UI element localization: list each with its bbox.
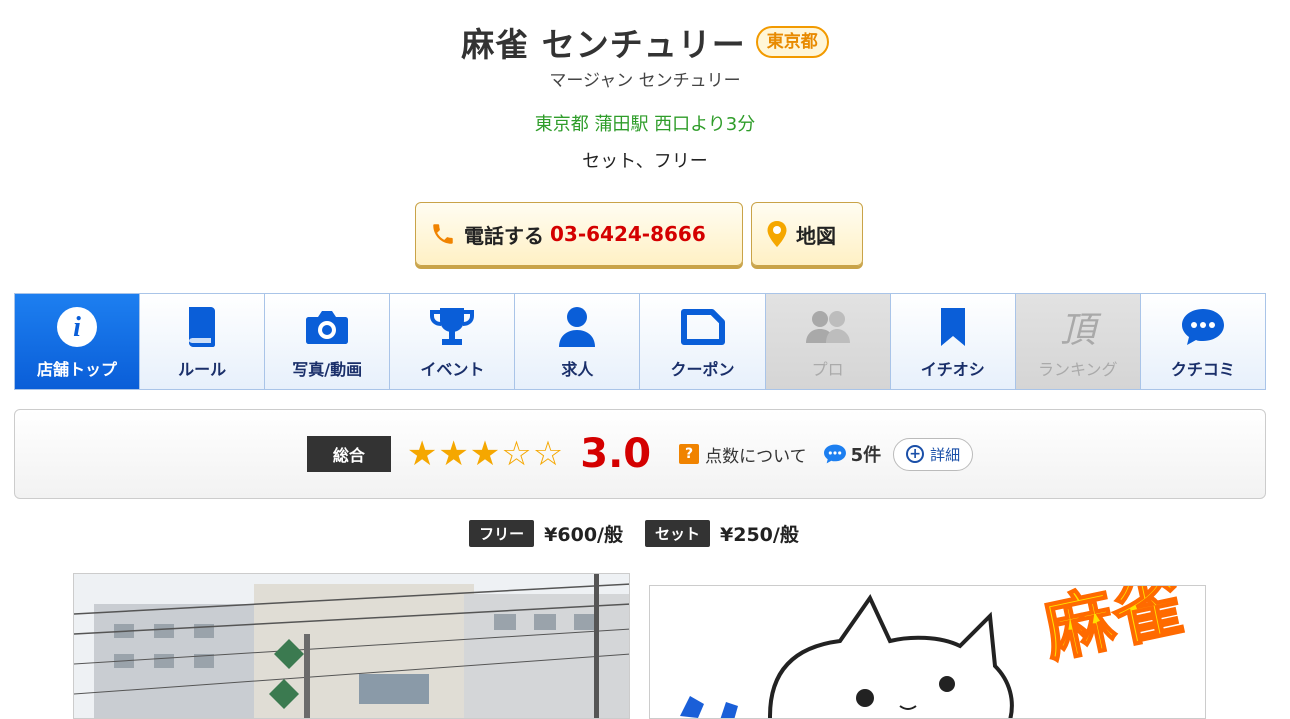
help-icon[interactable]: ? — [679, 444, 700, 464]
price-tag-free: フリー — [469, 520, 535, 547]
review-count[interactable]: 5件 — [823, 441, 882, 467]
tab-label: 写真/動画 — [292, 360, 363, 379]
score-help-link[interactable]: 点数について — [705, 442, 807, 467]
price-set: ¥250/般 — [720, 524, 799, 546]
cat-mascot-illustration: 麻雀 — [650, 586, 1205, 718]
tab-coupons[interactable]: クーポン — [640, 294, 766, 389]
star-rating: ★★★☆☆ — [406, 434, 565, 474]
call-label: 電話する — [464, 223, 544, 248]
tab-ranking[interactable]: 頂 ランキング — [1015, 294, 1141, 389]
shop-access[interactable]: 東京都 蒲田駅 西口より3分 — [0, 110, 1290, 136]
tab-label: 求人 — [561, 360, 594, 379]
phone-number: 03-6424-8666 — [550, 222, 706, 246]
detail-label: 詳細 — [930, 445, 961, 464]
phone-icon — [433, 224, 453, 244]
title-row: 麻雀 センチュリー 東京都 — [0, 18, 1290, 66]
tab-photos[interactable]: 写真/動画 — [265, 294, 391, 389]
map-button[interactable]: 地図 — [751, 202, 863, 266]
tab-label: 店舗トップ — [37, 360, 118, 379]
shop-types: セット、フリー — [582, 151, 708, 172]
camera-icon — [305, 304, 349, 350]
plus-circle-icon: + — [906, 445, 925, 463]
tab-reviews[interactable]: クチコミ — [1140, 294, 1265, 389]
tab-label: ランキング — [1038, 360, 1118, 379]
overall-score: 3.0 — [580, 431, 652, 477]
tab-pro[interactable]: プロ — [765, 294, 891, 389]
tab-rules[interactable]: ルール — [140, 294, 266, 389]
tab-jobs[interactable]: 求人 — [515, 294, 641, 389]
tab-label: クーポン — [670, 360, 735, 379]
price-free: ¥600/般 — [544, 524, 623, 546]
detail-button[interactable]: + 詳細 — [893, 437, 974, 471]
person-icon — [557, 304, 597, 350]
shop-tabs: i 店舗トップ ルール 写真/動画 イベント 求人 クーポン プロ イチオシ 頂… — [14, 293, 1266, 390]
overall-label: 総合 — [306, 436, 391, 472]
tab-label: クチコミ — [1170, 360, 1235, 379]
pro-people-icon — [804, 304, 852, 350]
review-count-text: 5件 — [850, 445, 882, 466]
map-pin-icon — [767, 221, 787, 247]
tab-label: イベント — [420, 360, 485, 379]
tab-shop-top[interactable]: i 店舗トップ — [15, 294, 141, 389]
info-icon: i — [55, 304, 99, 350]
shop-photo[interactable] — [73, 573, 630, 719]
svg-text:i: i — [73, 312, 81, 343]
map-label: 地図 — [796, 223, 836, 248]
tab-events[interactable]: イベント — [390, 294, 516, 389]
bookmark-icon — [938, 304, 968, 350]
tab-recommended[interactable]: イチオシ — [890, 294, 1016, 389]
call-button[interactable]: 電話する 03-6424-8666 — [415, 202, 743, 266]
trophy-icon — [429, 304, 475, 350]
chat-bubble-icon — [1180, 304, 1226, 350]
ranking-kanji-icon: 頂 — [1059, 304, 1096, 351]
rating-box: 総合 ★★★☆☆ 3.0 ? 点数について 5件 + 詳細 — [14, 409, 1266, 499]
promo-illustration[interactable]: 麻雀 — [649, 585, 1206, 719]
coupon-icon — [680, 304, 725, 350]
ranking-glyph: 頂 — [1059, 310, 1096, 351]
chat-bubble-icon — [823, 444, 846, 464]
tab-label: ルール — [178, 360, 227, 379]
book-icon — [185, 304, 219, 350]
building-photo-illustration — [74, 574, 629, 718]
shop-reading: マージャン センチュリー — [549, 71, 741, 91]
price-summary: フリー ¥600/般 セット ¥250/般 — [0, 520, 1290, 547]
shop-name: 麻雀 センチュリー — [461, 25, 746, 64]
price-tag-set: セット — [645, 520, 711, 547]
tab-label: イチオシ — [920, 360, 985, 379]
tab-label: プロ — [811, 360, 844, 379]
prefecture-badge[interactable]: 東京都 — [755, 26, 829, 58]
